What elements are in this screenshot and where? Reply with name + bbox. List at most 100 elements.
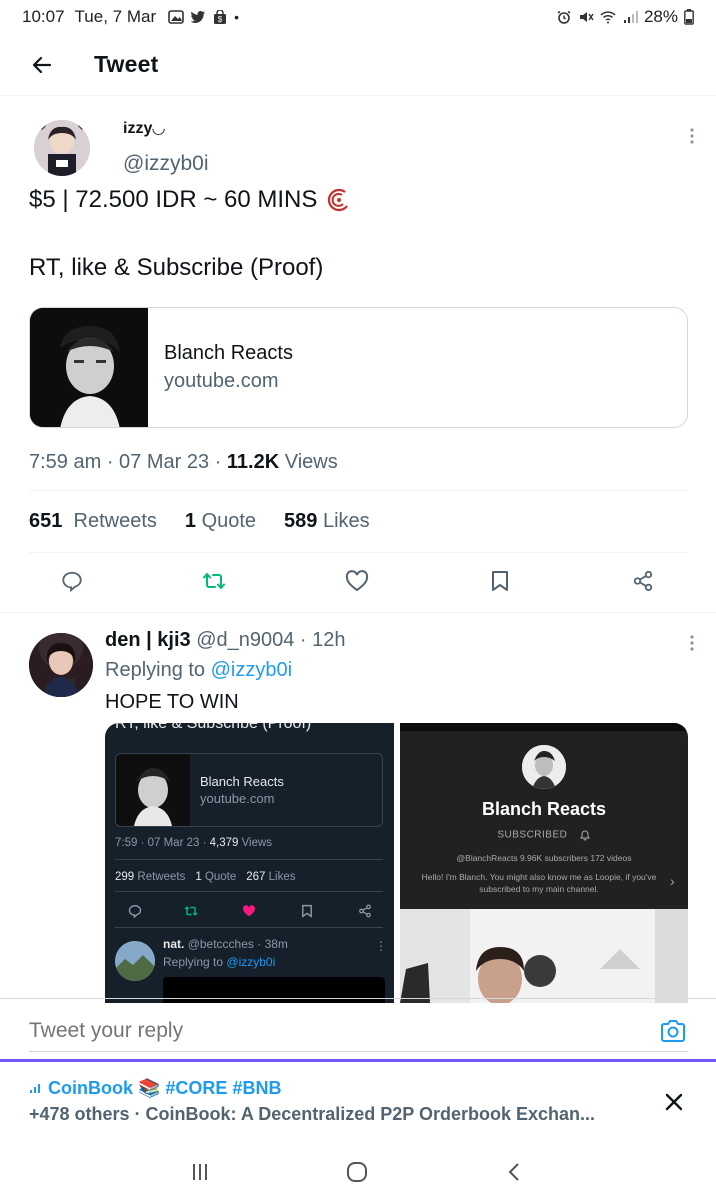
trend-title: CoinBook 📚 #CORE #BNB <box>29 1078 281 1099</box>
media1-bookmark-icon <box>297 901 317 921</box>
reply-media: RT, like & Subscribe (Proof) Blanch Reac… <box>105 723 688 1003</box>
media1-top-text: RT, like & Subscribe (Proof) <box>115 723 312 732</box>
media1-divider <box>115 891 383 892</box>
retweet-button[interactable] <box>194 566 234 596</box>
quotes-count: 1 <box>184 510 196 532</box>
media2-channel-header: Blanch Reacts SUBSCRIBED @BlanchReacts 9… <box>400 723 688 909</box>
tweet-text-line-1: $5 | 72.500 IDR ~ 60 MINS <box>29 186 353 214</box>
reply-author-handle[interactable]: @d_n9004 <box>196 629 294 651</box>
bookmark-icon <box>492 571 508 591</box>
media1-replying-to: Replying to @izzyb0i <box>163 955 275 969</box>
retweets-stat[interactable]: 651 Retweets <box>29 510 157 533</box>
home-button[interactable] <box>337 1158 377 1186</box>
reply-author-avatar[interactable] <box>29 633 93 697</box>
replying-to: Replying to @izzyb0i <box>105 659 292 682</box>
divider <box>29 490 688 491</box>
alarm-icon <box>557 10 571 24</box>
media1-reply-handle: @izzyb0i <box>226 955 276 969</box>
media1-likes-label: Likes <box>268 871 296 883</box>
media1-meta: 7:59 · 07 Mar 23 · 4,379 Views <box>115 837 272 849</box>
media2-subscribed: SUBSCRIBED <box>400 829 688 841</box>
tweet-date: 07 Mar 23 <box>119 451 210 473</box>
media1-link-card: Blanch Reacts youtube.com <box>115 753 383 827</box>
more-vertical-icon <box>690 128 694 144</box>
media1-reply-prefix: Replying to <box>163 955 224 969</box>
likes-stat[interactable]: 589 Likes <box>284 510 370 533</box>
reply-composer <box>0 998 716 1060</box>
trend-subtitle: +478 others · CoinBook: A Decentralized … <box>29 1104 595 1124</box>
media2-channel-avatar <box>522 745 566 789</box>
media2-subscribed-label: SUBSCRIBED <box>497 829 568 841</box>
trend-banner[interactable]: CoinBook 📚 #CORE #BNB +478 others · Coin… <box>0 1062 716 1144</box>
replying-handle-link[interactable]: @izzyb0i <box>211 659 292 681</box>
more-options-button[interactable] <box>684 126 700 146</box>
svg-text:$: $ <box>218 15 223 24</box>
tweet-time: 7:59 am <box>29 451 102 473</box>
media1-retweets-count: 299 <box>115 871 135 883</box>
reply-button[interactable] <box>52 566 92 596</box>
views-count: 11.2K <box>226 451 280 473</box>
author-handle[interactable]: @izzyb0i <box>123 152 209 176</box>
more-vertical-icon <box>690 635 694 651</box>
wifi-icon <box>600 11 616 24</box>
composer-underline <box>29 1051 688 1052</box>
camera-button[interactable] <box>658 1017 688 1045</box>
media1-views-count: 4,379 <box>209 837 239 849</box>
retweets-label: Retweets <box>73 510 157 532</box>
replying-prefix: Replying to <box>105 659 206 681</box>
reply-tweet[interactable]: den | kji3 @d_n9004 · 12h Replying to @i… <box>0 612 716 1003</box>
tweet-text: $5 | 72.500 IDR ~ 60 MINS <box>29 186 318 213</box>
media2-channel-description: Hello! I'm Blanch. You might also know m… <box>421 872 657 894</box>
notification-icons: $ • <box>168 9 239 25</box>
share-button[interactable] <box>623 566 663 596</box>
quotes-label: Quote <box>201 510 257 532</box>
battery-icon <box>684 9 694 25</box>
card-thumbnail <box>30 308 148 427</box>
mute-icon <box>579 12 594 22</box>
link-card[interactable]: Blanch Reacts youtube.com <box>29 307 688 428</box>
reply-more-options-button[interactable] <box>684 633 700 653</box>
status-date: Tue, 7 Mar <box>74 7 157 26</box>
status-bar: 10:07 Tue, 7 Mar $ • 28% <box>0 0 716 34</box>
reply-input[interactable] <box>29 1019 629 1043</box>
tweet-meta: 7:59 am · 07 Mar 23 · 11.2K Views <box>29 451 338 473</box>
reply-time: 12h <box>312 629 346 651</box>
media1-divider <box>115 859 383 860</box>
trending-bars-icon <box>30 1084 40 1093</box>
shop-icon: $ <box>214 10 227 24</box>
like-button[interactable] <box>337 566 377 596</box>
recent-apps-button[interactable] <box>180 1158 220 1186</box>
media1-actions <box>105 901 394 923</box>
media1-reply-handle-time: @betccches · 38m <box>187 937 288 951</box>
status-time: 10:07 <box>22 7 65 26</box>
retweet-icon <box>203 573 225 589</box>
author-name[interactable]: izzy◡ <box>123 118 165 138</box>
tweet-stats: 651 Retweets 1 Quote 589 Likes <box>29 510 370 533</box>
battery-percent: 28% <box>643 7 678 26</box>
top-app-bar: Tweet <box>0 34 716 96</box>
media-image-2[interactable]: Blanch Reacts SUBSCRIBED @BlanchReacts 9… <box>400 723 688 1003</box>
chevron-right-icon: › <box>670 873 675 889</box>
media2-channel-name: Blanch Reacts <box>481 799 607 819</box>
media-image-1[interactable]: RT, like & Subscribe (Proof) Blanch Reac… <box>105 723 394 1003</box>
author-avatar[interactable] <box>34 120 90 176</box>
avatar-image <box>34 120 90 176</box>
signal-icon <box>623 11 638 23</box>
back-button[interactable] <box>16 39 68 91</box>
camera-icon <box>661 1020 685 1042</box>
media1-card-thumbnail <box>116 754 190 826</box>
media1-quotes-count: 1 <box>195 871 202 883</box>
close-banner-button[interactable] <box>660 1088 688 1116</box>
divider <box>29 552 688 553</box>
media1-share-icon <box>355 901 375 921</box>
bookmark-button[interactable] <box>480 566 520 596</box>
media1-reply-name: nat. <box>163 937 185 951</box>
quotes-stat[interactable]: 1 Quote <box>185 510 256 533</box>
system-back-button[interactable] <box>494 1158 534 1186</box>
home-icon <box>347 1162 367 1182</box>
likes-label: Likes <box>322 510 370 532</box>
media1-reply-avatar <box>115 941 155 981</box>
reply-author-name[interactable]: den | kji3 <box>105 629 191 651</box>
twitter-icon <box>190 11 206 23</box>
share-icon <box>633 570 653 592</box>
